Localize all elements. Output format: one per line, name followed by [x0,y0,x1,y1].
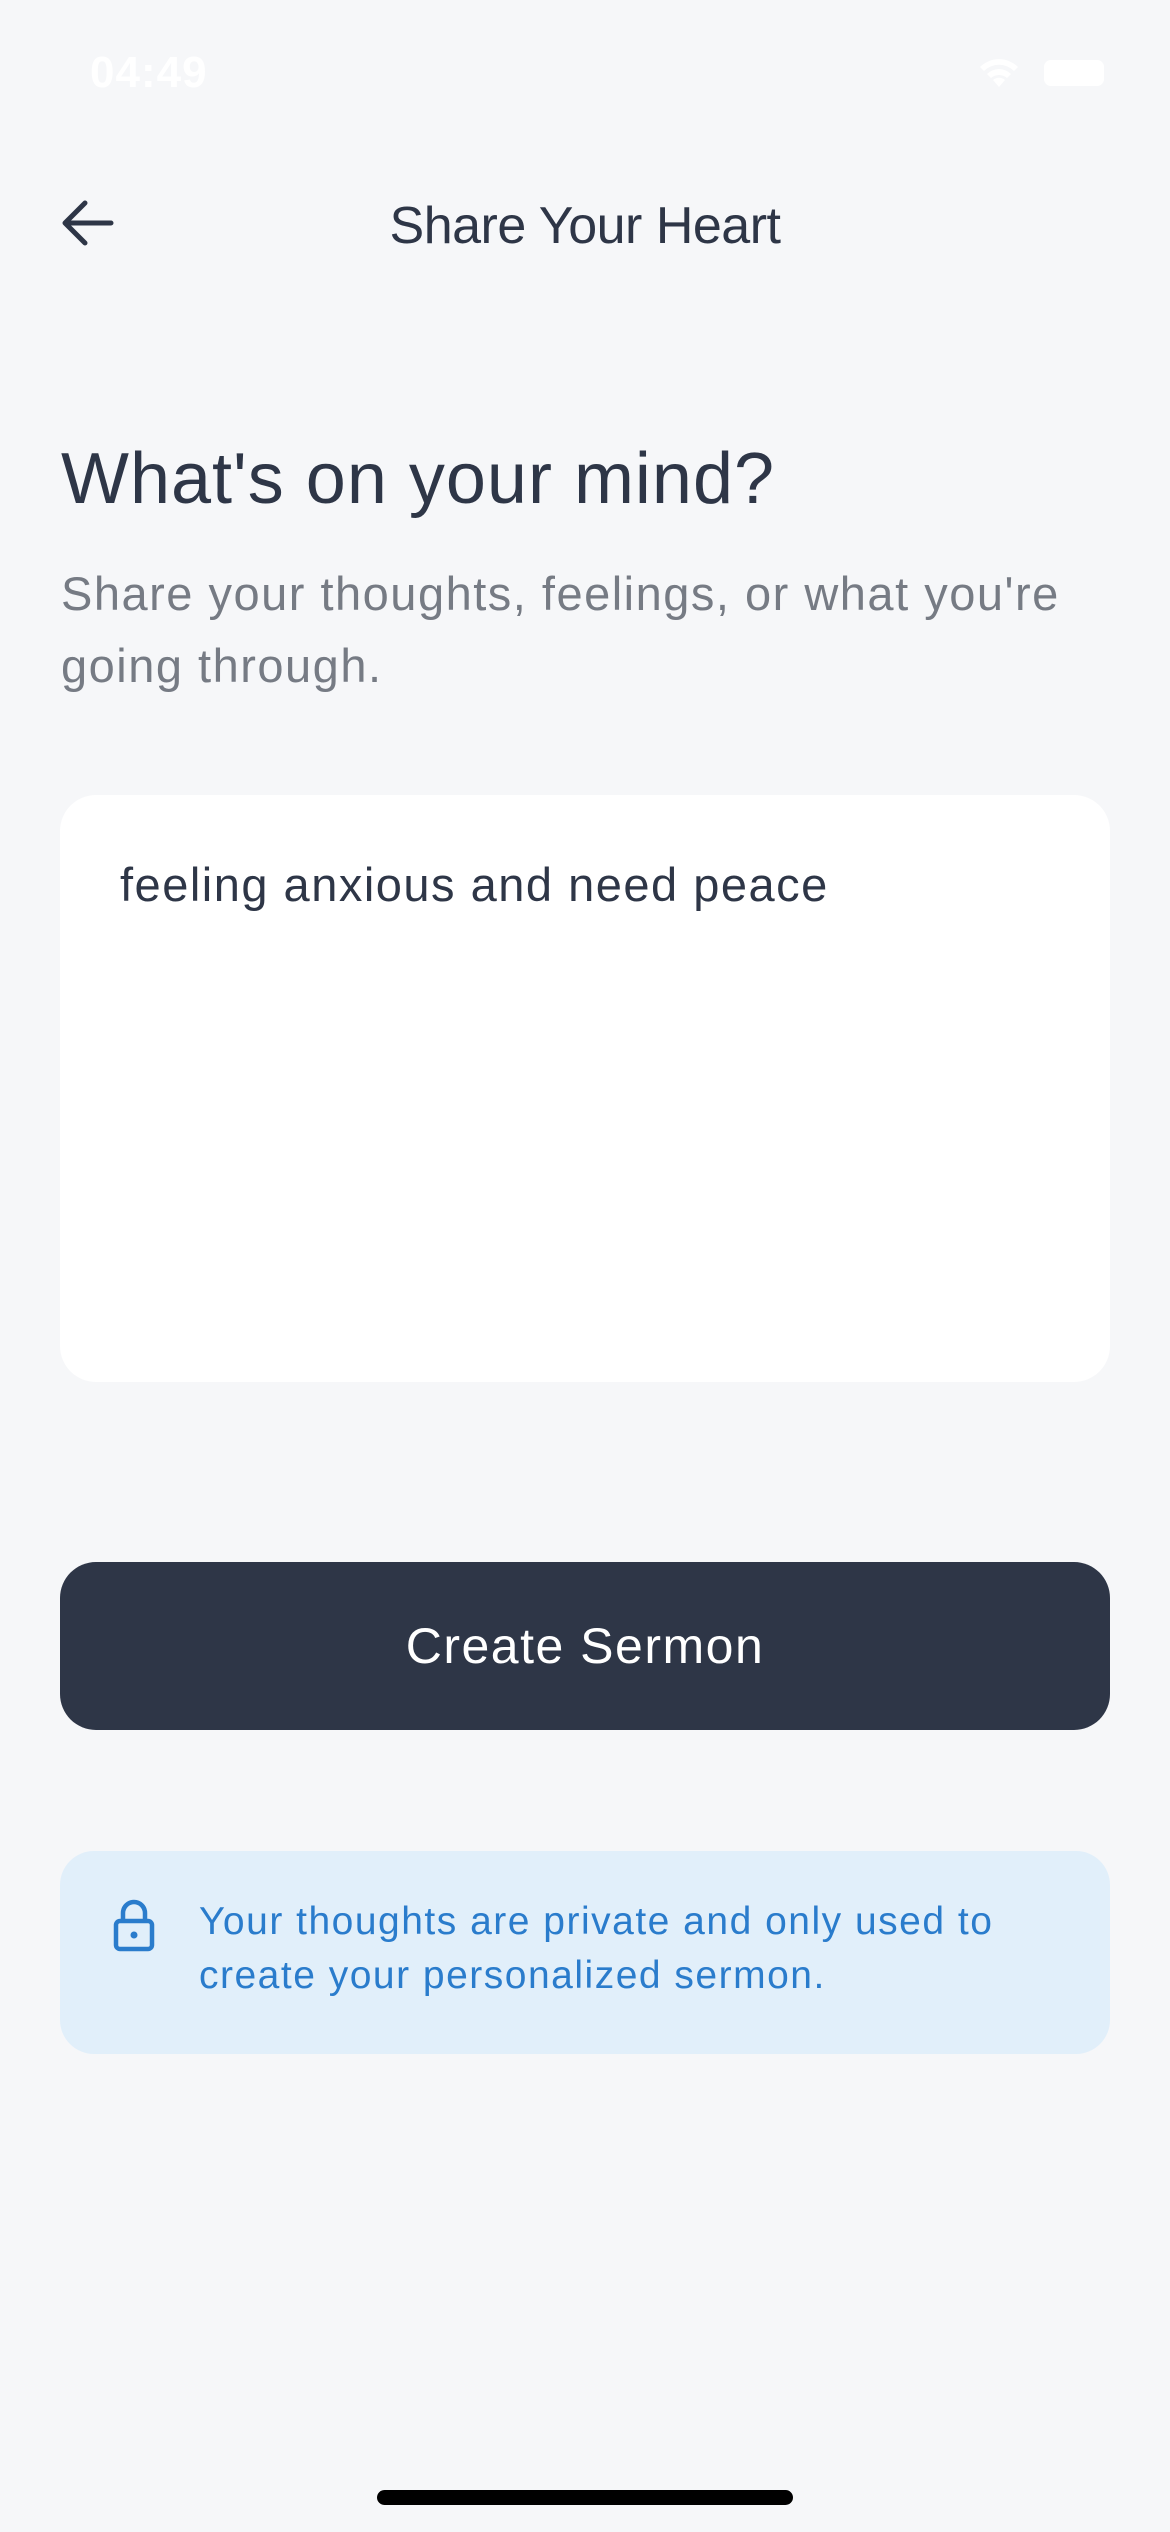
status-bar: 04:49 [0,0,1170,150]
header: Share Your Heart [0,170,1170,280]
home-indicator[interactable] [377,2490,793,2505]
thoughts-input-card[interactable]: feeling anxious and need peace [60,795,1110,1382]
thoughts-input[interactable]: feeling anxious and need peace [120,857,1050,912]
page-title: Share Your Heart [389,197,781,255]
prompt-subheading: Share your thoughts, feelings, or what y… [61,567,1060,692]
privacy-note: Your thoughts are private and only used … [60,1851,1110,2054]
status-icons [976,56,1104,90]
lock-icon [112,1899,156,1953]
privacy-text: Your thoughts are private and only used … [199,1900,994,1997]
wifi-icon [976,56,1022,90]
create-sermon-button-label: Create Sermon [405,1618,765,1674]
prompt-heading: What's on your mind? [61,439,776,519]
screen: 04:49 Share Your Heart What's on your mi… [0,0,1170,2532]
create-sermon-button[interactable]: Create Sermon [60,1562,1110,1730]
battery-icon [1044,60,1104,86]
status-time: 04:49 [90,48,208,97]
